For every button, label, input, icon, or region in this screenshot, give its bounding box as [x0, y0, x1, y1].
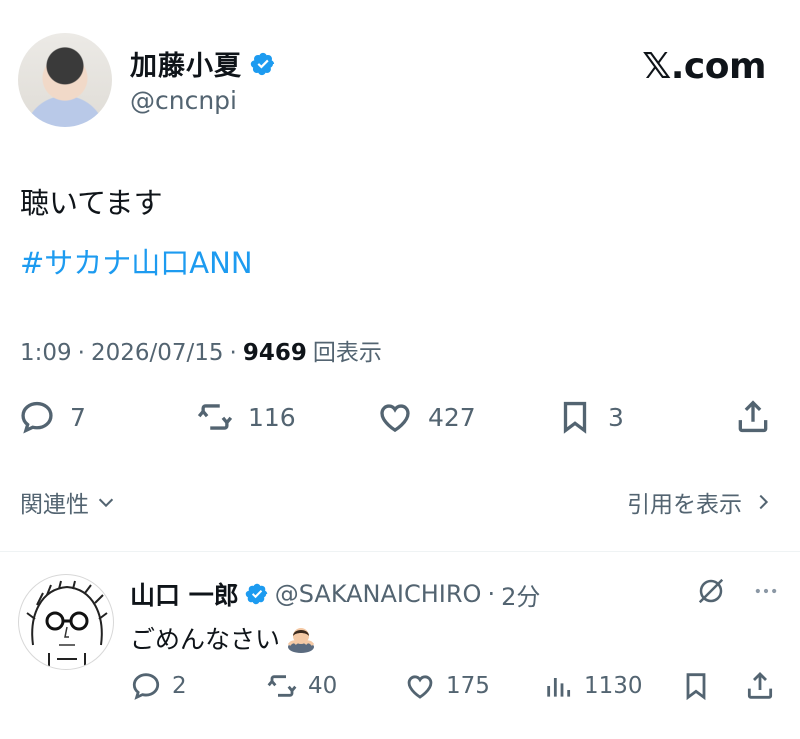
like-count: 427 [428, 402, 476, 432]
repost-button[interactable]: 116 [196, 398, 296, 436]
verified-badge-icon [245, 583, 267, 605]
grok-icon[interactable] [696, 576, 726, 606]
reply-bookmark-button[interactable] [680, 670, 712, 702]
author-name-row: 加藤小夏 [130, 44, 276, 83]
sort-relevance-button[interactable]: 関連性 [20, 485, 117, 519]
like-button[interactable]: 427 [376, 398, 476, 436]
reply-repost-button[interactable]: 40 [266, 670, 337, 702]
reply-count: 7 [70, 402, 86, 432]
heart-icon [407, 675, 433, 699]
bookmark-icon [686, 673, 706, 701]
share-icon [738, 400, 768, 433]
heart-icon [380, 404, 410, 433]
bowing-person-emoji-icon [287, 628, 315, 653]
related-label: 関連性 [20, 492, 89, 518]
quotes-label: 引用を表示 [627, 492, 742, 518]
reply-button[interactable]: 7 [18, 398, 86, 436]
share-button[interactable] [734, 398, 772, 436]
post-time[interactable]: 1:09 [20, 340, 72, 366]
reply-handle[interactable]: @SAKANAICHIRO [275, 580, 482, 608]
post-text: 聴いてます [20, 186, 163, 220]
bookmark-icon [563, 401, 587, 434]
reply-actions: 2 40 175 1130 [0, 670, 800, 710]
author-handle[interactable]: @cncnpi [130, 86, 237, 115]
related-row: 関連性 引用を表示 [0, 485, 800, 525]
reply-views-count: 1130 [584, 673, 643, 699]
chevron-down-icon [98, 498, 114, 508]
reply-reply-count: 2 [172, 673, 187, 699]
repost-icon [267, 675, 297, 697]
repost-icon [197, 404, 233, 430]
reply-text: ごめんなさい [130, 625, 281, 654]
bookmark-button[interactable]: 3 [556, 398, 624, 436]
share-icon [747, 672, 773, 699]
repost-count: 116 [248, 402, 296, 432]
views-count: 9469 [242, 340, 307, 366]
author-display-name[interactable]: 加藤小夏 [130, 44, 242, 83]
hashtag-link[interactable]: #サカナ山口ANN [20, 240, 253, 282]
sketch-portrait-icon [26, 580, 108, 669]
chevron-right-icon [759, 494, 769, 510]
post-actions: 7 116 427 3 [0, 398, 800, 442]
reply-icon [21, 401, 53, 434]
meta-separator: · [77, 340, 85, 366]
reply-text-row: ごめんなさい [130, 620, 316, 656]
meta-separator: · [229, 340, 237, 366]
bookmark-count: 3 [608, 402, 624, 432]
reply-time[interactable]: 2分 [501, 577, 540, 612]
views-label: 回表示 [312, 340, 382, 366]
reply-header: 山口 一郎 @SAKANAICHIRO · 2分 [130, 576, 540, 612]
reply-reply-button[interactable]: 2 [130, 670, 187, 702]
reply-like-count: 175 [446, 673, 490, 699]
reply-author-avatar[interactable] [18, 574, 114, 670]
reply-post[interactable]: 山口 一郎 @SAKANAICHIRO · 2分 ごめんなさい 2 40 175… [0, 552, 800, 739]
x-logo: 𝕏.com [642, 46, 766, 87]
analytics-icon [547, 678, 571, 697]
reply-views-button[interactable]: 1130 [542, 670, 643, 702]
reply-share-button[interactable] [744, 670, 776, 702]
post-meta: 1:09 · 2026/07/15 · 9469 回表示 [20, 333, 382, 367]
reply-display-name[interactable]: 山口 一郎 [130, 576, 239, 612]
post-date[interactable]: 2026/07/15 [91, 340, 224, 366]
main-post: 加藤小夏 @cncnpi 𝕏.com 聴いてます #サカナ山口ANN 1:09 … [0, 0, 800, 552]
reply-repost-count: 40 [308, 673, 338, 699]
reply-icon [132, 673, 160, 700]
reply-like-button[interactable]: 175 [404, 670, 490, 702]
author-avatar[interactable] [18, 33, 112, 127]
view-quotes-link[interactable]: 引用を表示 [627, 485, 774, 519]
reply-separator: · [487, 580, 496, 608]
reply-header-right [696, 576, 780, 606]
verified-badge-icon [250, 52, 275, 75]
more-options-icon[interactable] [752, 577, 780, 605]
